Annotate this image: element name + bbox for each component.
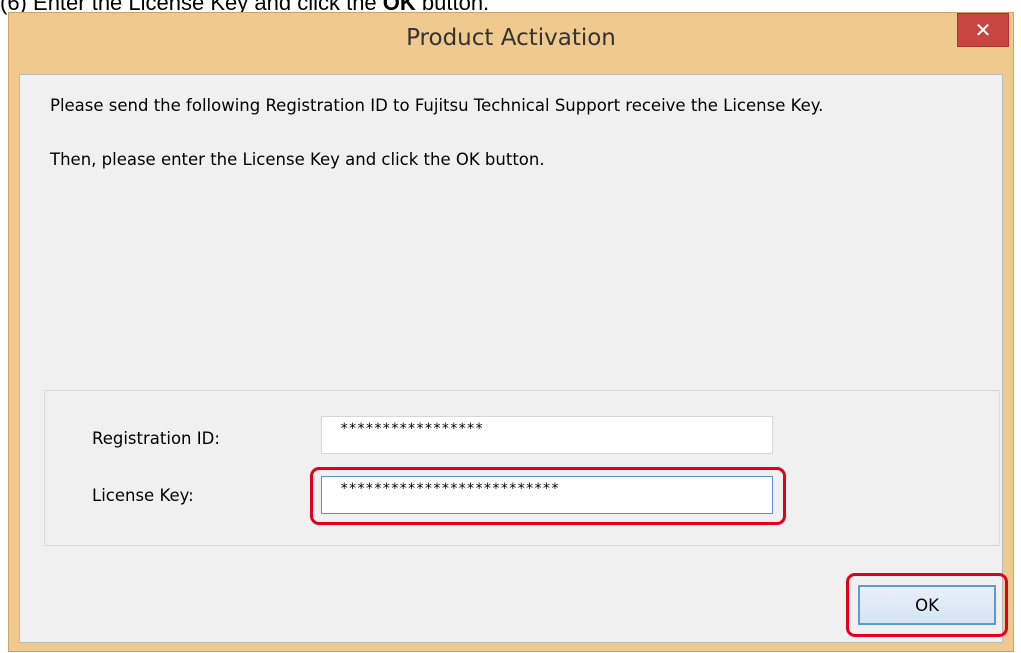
dialog-client-area: Please send the following Registration I…: [19, 74, 1008, 643]
instruction-line-2: Then, please enter the License Key and c…: [50, 150, 545, 169]
product-activation-dialog: Product Activation ✕ Please send the fol…: [8, 12, 1014, 652]
license-key-label: License Key:: [92, 486, 194, 505]
close-button[interactable]: ✕: [957, 13, 1009, 47]
instruction-line-1: Please send the following Registration I…: [50, 96, 824, 115]
close-icon: ✕: [974, 19, 992, 42]
license-key-field[interactable]: **************************: [321, 476, 773, 514]
title-bar[interactable]: Product Activation ✕: [9, 13, 1013, 73]
ok-button[interactable]: OK: [858, 585, 996, 625]
activation-fields-group: Registration ID: ***************** Licen…: [44, 390, 1000, 546]
registration-id-field[interactable]: *****************: [321, 416, 773, 454]
window-title: Product Activation: [406, 25, 616, 51]
registration-id-label: Registration ID:: [92, 429, 220, 448]
